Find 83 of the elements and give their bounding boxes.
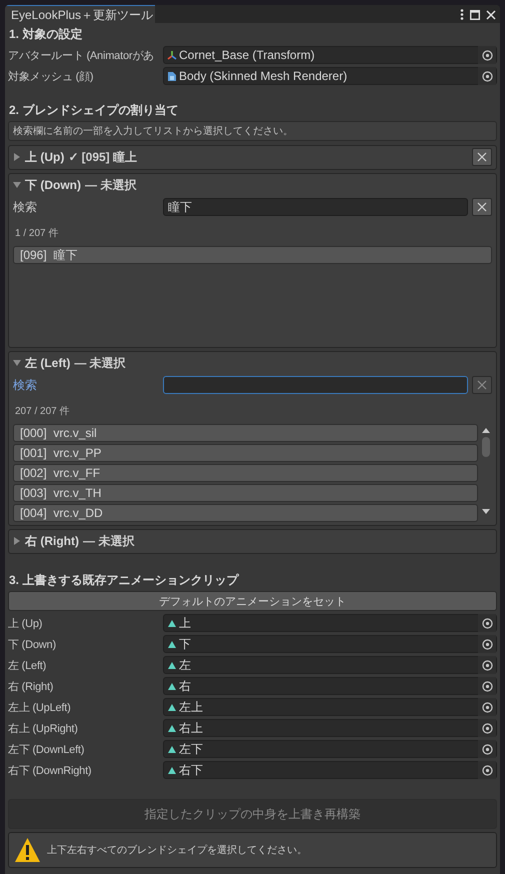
clip-icon	[167, 640, 177, 648]
clear-button[interactable]	[472, 148, 492, 166]
window-tab[interactable]: EyeLookPlus＋更新ツール	[5, 5, 155, 23]
clip-label: 左下 (DownLeft)	[8, 742, 86, 756]
object-field[interactable]: Cornet_Base (Transform)	[163, 46, 497, 64]
foldout-title[interactable]: 左 (Left)	[25, 354, 70, 372]
collapsed-arrow-icon[interactable]	[13, 537, 21, 545]
selection-status: — 未選択	[82, 532, 134, 550]
selection-status: ✓ [095] 瞳上	[68, 148, 138, 166]
warning-icon	[14, 837, 41, 863]
clip-label: 右上 (UpRight)	[8, 722, 79, 736]
expanded-arrow-icon[interactable]	[13, 359, 21, 367]
object-picker-icon[interactable]	[482, 702, 492, 712]
search-field[interactable]	[163, 376, 468, 394]
axes-icon	[167, 50, 177, 60]
blendshape-item[interactable]: [004] vrc.v_DD	[13, 504, 478, 522]
close-icon	[477, 202, 487, 212]
clip-field[interactable]: 左上	[163, 698, 497, 716]
clip-label: 下 (Down)	[8, 638, 57, 652]
clip-label: 上 (Up)	[8, 616, 44, 630]
result-count: 1 / 207 件	[15, 227, 60, 240]
clip-icon	[167, 702, 177, 712]
clip-field[interactable]: 左下	[163, 740, 497, 758]
object-picker-icon[interactable]	[482, 638, 492, 650]
close-icon	[477, 152, 487, 162]
result-count: 207 / 207 件	[15, 405, 70, 418]
blendshape-item[interactable]: [096] 瞳下	[13, 246, 492, 264]
foldout-title[interactable]: 下 (Down)	[25, 176, 81, 194]
clip-icon	[167, 766, 177, 774]
clear-button[interactable]	[472, 198, 492, 216]
close-icon[interactable]	[486, 10, 496, 20]
scroll-down-icon[interactable]	[482, 509, 490, 514]
object-picker-icon[interactable]	[482, 70, 492, 82]
scroll-up-icon[interactable]	[482, 428, 490, 433]
clip-icon	[167, 618, 177, 628]
selection-status: — 未選択	[85, 176, 136, 194]
clip-field[interactable]: 下	[163, 635, 497, 653]
blendshape-item[interactable]: [002] vrc.v_FF	[13, 464, 478, 482]
warning-text: 上下左右すべてのブレンドシェイプを選択してください。	[47, 844, 307, 857]
maximize-icon[interactable]	[470, 10, 480, 20]
clip-icon	[167, 724, 177, 732]
clip-field[interactable]: 左	[163, 656, 497, 674]
object-field[interactable]: Body (Skinned Mesh Renderer)	[163, 67, 497, 85]
help-text: 検索欄に名前の一部を入力してリストから選択してください。	[8, 121, 497, 141]
selection-status: — 未選択	[74, 354, 126, 372]
section-heading: 1. 対象の設定	[9, 26, 84, 43]
blendshape-item[interactable]: [003] vrc.v_TH	[13, 484, 478, 502]
clip-label: 左 (Left)	[8, 658, 48, 672]
blendshape-item[interactable]: [000] vrc.v_sil	[13, 424, 478, 442]
field-label: 対象メッシュ (顔)	[8, 70, 94, 84]
scroll-thumb[interactable]	[482, 437, 490, 457]
kebab-menu-icon[interactable]	[460, 9, 464, 20]
collapsed-arrow-icon[interactable]	[13, 153, 21, 161]
blendshape-item[interactable]: [001] vrc.v_PP	[13, 444, 478, 462]
section-heading: 2. ブレンドシェイプの割り当て	[9, 102, 180, 119]
search-label: 検索	[13, 198, 38, 216]
foldout-title[interactable]: 上 (Up)	[25, 148, 64, 166]
object-picker-icon[interactable]	[482, 744, 492, 754]
object-picker-icon[interactable]	[482, 618, 492, 628]
foldout-title[interactable]: 右 (Right)	[25, 532, 79, 550]
expanded-arrow-icon[interactable]	[13, 181, 21, 189]
object-picker-icon[interactable]	[482, 722, 492, 734]
field-label: アバタールート (Animatorがあ	[8, 48, 155, 62]
set-default-button[interactable]: デフォルトのアニメーションをセット	[8, 591, 497, 611]
section-heading: 3. 上書きする既存アニメーションクリップ	[9, 572, 240, 589]
close-icon	[477, 380, 487, 390]
clip-field[interactable]: 右上	[163, 719, 497, 737]
clip-icon	[167, 744, 177, 754]
object-picker-icon[interactable]	[482, 680, 492, 692]
search-field[interactable]: 瞳下	[163, 198, 468, 216]
clip-icon	[167, 682, 177, 690]
object-picker-icon[interactable]	[482, 50, 492, 60]
mesh-icon	[167, 70, 177, 82]
clip-field[interactable]: 上	[163, 614, 497, 632]
object-picker-icon[interactable]	[482, 764, 492, 776]
clip-label: 右下 (DownRight)	[8, 764, 92, 778]
clip-label: 左上 (UpLeft)	[8, 700, 72, 714]
object-picker-icon[interactable]	[482, 660, 492, 670]
search-label: 検索	[13, 376, 38, 394]
clip-field[interactable]: 右	[163, 677, 497, 695]
clip-field[interactable]: 右下	[163, 761, 497, 779]
clip-icon	[167, 660, 177, 670]
clip-label: 右 (Right)	[8, 680, 54, 694]
